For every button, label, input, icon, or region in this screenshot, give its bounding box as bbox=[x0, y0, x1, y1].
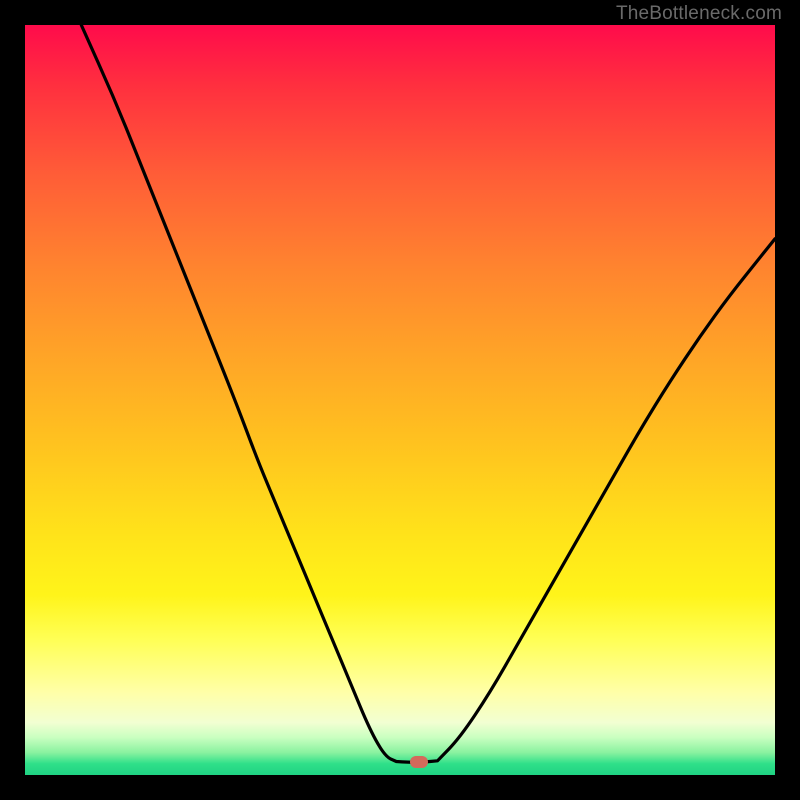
curve-path bbox=[81, 25, 775, 762]
chart-frame: TheBottleneck.com bbox=[0, 0, 800, 800]
plot-area bbox=[25, 25, 775, 775]
watermark-text: TheBottleneck.com bbox=[616, 3, 782, 25]
optimum-marker bbox=[410, 756, 428, 768]
bottleneck-curve bbox=[25, 25, 775, 775]
